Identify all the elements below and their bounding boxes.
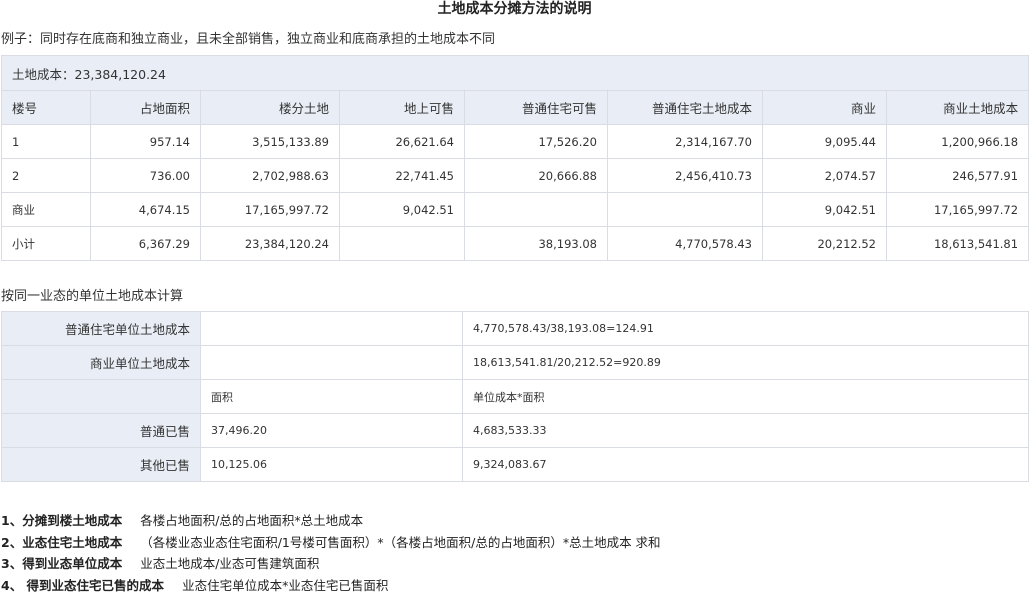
table-row: 商业 4,674.15 17,165,997.72 9,042.51 9,042… (2, 193, 1029, 227)
land-cost-table: 土地成本：23,384,120.24 楼号 占地面积 楼分土地 地上可售 普通住… (1, 55, 1029, 261)
table-cell: 18,613,541.81/20,212.52=920.89 (463, 346, 1029, 380)
note-item: 1、分摊到楼土地成本 各楼占地面积/总的占地面积*总土地成本 (1, 510, 661, 532)
table-cell (340, 227, 465, 261)
table-cell: 2 (2, 159, 91, 193)
column-header: 商业土地成本 (887, 91, 1029, 125)
row-label: 普通住宅单位土地成本 (2, 312, 201, 346)
table-row: 1 957.14 3,515,133.89 26,621.64 17,526.2… (2, 125, 1029, 159)
table-cell: 3,515,133.89 (201, 125, 340, 159)
table-row: 商业单位土地成本 18,613,541.81/20,212.52=920.89 (2, 346, 1029, 380)
table-cell: 18,613,541.81 (887, 227, 1029, 261)
table-cell: 736.00 (91, 159, 201, 193)
table-cell: 26,621.64 (340, 125, 465, 159)
table-cell (608, 193, 763, 227)
column-header: 占地面积 (91, 91, 201, 125)
column-header: 面积 (201, 380, 463, 414)
table-cell: 22,741.45 (340, 159, 465, 193)
table-cell: 9,042.51 (340, 193, 465, 227)
table-row: 普通住宅单位土地成本 4,770,578.43/38,193.08=124.91 (2, 312, 1029, 346)
note-heading: 2、业态住宅土地成本 (1, 535, 122, 550)
column-header: 普通住宅土地成本 (608, 91, 763, 125)
table-cell: 2,074.57 (763, 159, 887, 193)
unit-cost-subtitle: 按同一业态的单位土地成本计算 (1, 288, 183, 306)
land-cost-total: 土地成本：23,384,120.24 (2, 56, 1029, 91)
table-cell: 2,314,167.70 (608, 125, 763, 159)
row-label: 普通已售 (2, 414, 201, 448)
table-cell: 1 (2, 125, 91, 159)
table-cell: 20,212.52 (763, 227, 887, 261)
table-cell: 4,770,578.43 (608, 227, 763, 261)
table-cell: 246,577.91 (887, 159, 1029, 193)
note-heading: 4、 得到业态住宅已售的成本 (1, 578, 164, 593)
table-cell: 957.14 (91, 125, 201, 159)
column-header: 地上可售 (340, 91, 465, 125)
table-cell: 4,683,533.33 (463, 414, 1029, 448)
note-heading: 1、分摊到楼土地成本 (1, 513, 122, 528)
note-item: 3、得到业态单位成本 业态土地成本/业态可售建筑面积 (1, 553, 661, 575)
row-label: 其他已售 (2, 448, 201, 482)
table-cell: 9,042.51 (763, 193, 887, 227)
table-cell: 小计 (2, 227, 91, 261)
table-cell: 17,165,997.72 (201, 193, 340, 227)
table-cell: 2,456,410.73 (608, 159, 763, 193)
table-cell: 4,770,578.43/38,193.08=124.91 (463, 312, 1029, 346)
table-cell (201, 346, 463, 380)
table-cell: 23,384,120.24 (201, 227, 340, 261)
table-row: 普通已售 37,496.20 4,683,533.33 (2, 414, 1029, 448)
table-cell (201, 312, 463, 346)
note-heading: 3、得到业态单位成本 (1, 556, 122, 571)
note-item: 2、业态住宅土地成本 （各楼业态业态住宅面积/1号楼可售面积）*（各楼占地面积/总… (1, 532, 661, 554)
table-header-row: 楼号 占地面积 楼分土地 地上可售 普通住宅可售 普通住宅土地成本 商业 商业土… (2, 91, 1029, 125)
table-cell: 38,193.08 (465, 227, 608, 261)
table-cell: 20,666.88 (465, 159, 608, 193)
table-cell: 9,095.44 (763, 125, 887, 159)
method-notes: 1、分摊到楼土地成本 各楼占地面积/总的占地面积*总土地成本 2、业态住宅土地成本… (1, 510, 661, 596)
table-cell: 4,674.15 (91, 193, 201, 227)
note-text: （各楼业态业态住宅面积/1号楼可售面积）*（各楼占地面积/总的占地面积）*总土地… (140, 535, 660, 550)
table-cell: 6,367.29 (91, 227, 201, 261)
table-cell: 37,496.20 (201, 414, 463, 448)
column-header: 单位成本*面积 (463, 380, 1029, 414)
table-cell: 17,526.20 (465, 125, 608, 159)
column-header: 普通住宅可售 (465, 91, 608, 125)
column-header: 商业 (763, 91, 887, 125)
page-title: 土地成本分摊方法的说明 (0, 0, 1029, 18)
table-cell: 10,125.06 (201, 448, 463, 482)
note-text: 业态土地成本/业态可售建筑面积 (140, 556, 319, 571)
example-description: 例子：同时存在底商和独立商业，且未全部销售，独立商业和底商承担的土地成本不同 (1, 31, 495, 49)
unit-cost-table: 普通住宅单位土地成本 4,770,578.43/38,193.08=124.91… (1, 311, 1029, 482)
table-cell: 1,200,966.18 (887, 125, 1029, 159)
row-label: 商业单位土地成本 (2, 346, 201, 380)
table-cell: 9,324,083.67 (463, 448, 1029, 482)
table-cell (465, 193, 608, 227)
note-text: 业态住宅单位成本*业态住宅已售面积 (182, 578, 388, 593)
table-row: 其他已售 10,125.06 9,324,083.67 (2, 448, 1029, 482)
row-label (2, 380, 201, 414)
table-row: 面积 单位成本*面积 (2, 380, 1029, 414)
table-row-subtotal: 小计 6,367.29 23,384,120.24 38,193.08 4,77… (2, 227, 1029, 261)
table-cell: 2,702,988.63 (201, 159, 340, 193)
column-header: 楼号 (2, 91, 91, 125)
table-row: 2 736.00 2,702,988.63 22,741.45 20,666.8… (2, 159, 1029, 193)
table-cell: 商业 (2, 193, 91, 227)
column-header: 楼分土地 (201, 91, 340, 125)
land-cost-row: 土地成本：23,384,120.24 (2, 56, 1029, 91)
table-cell: 17,165,997.72 (887, 193, 1029, 227)
note-text: 各楼占地面积/总的占地面积*总土地成本 (140, 513, 363, 528)
